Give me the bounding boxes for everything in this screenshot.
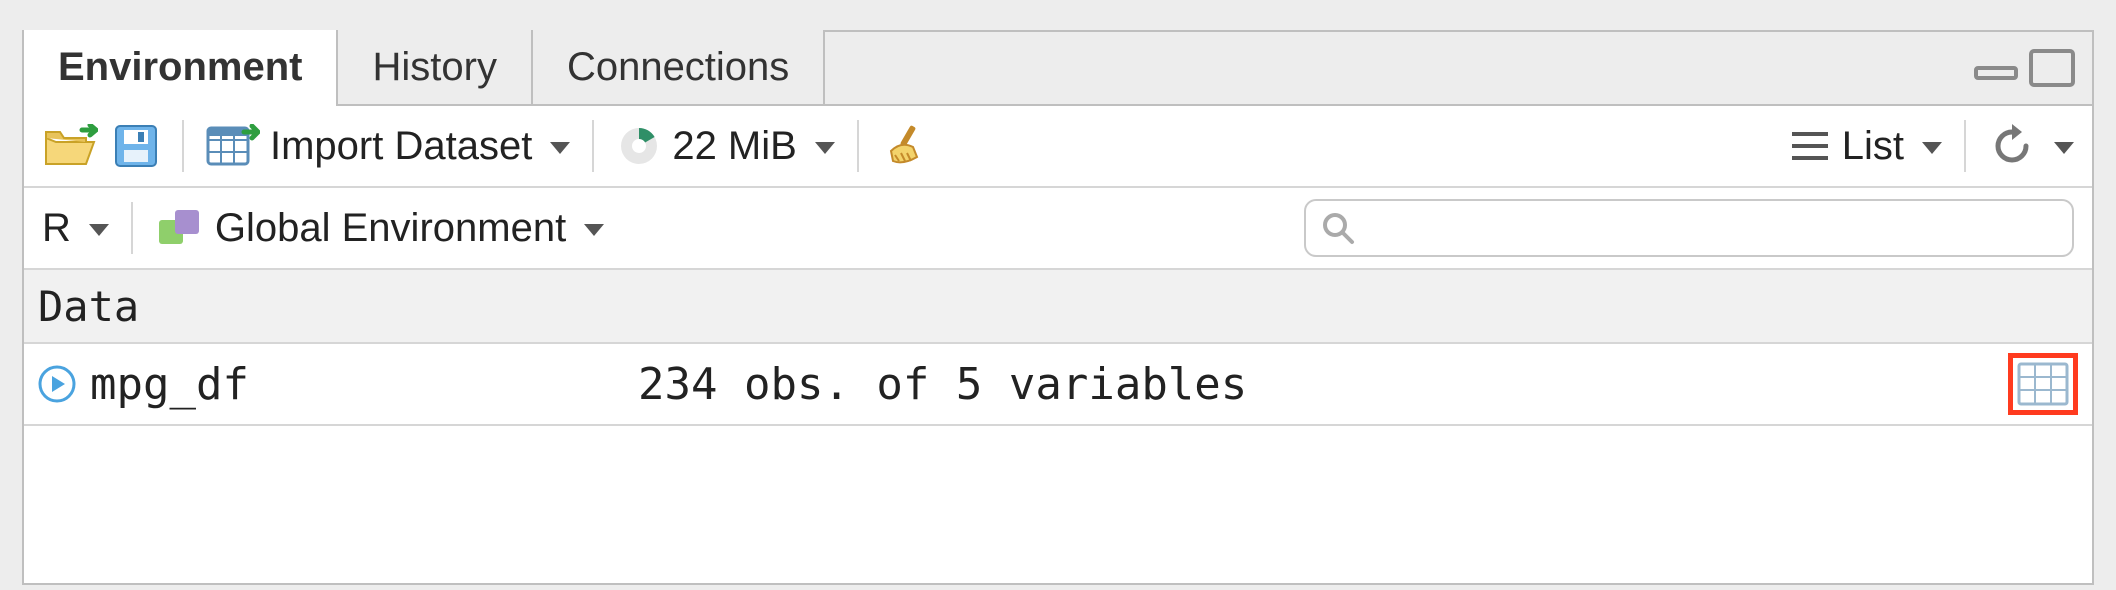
search-box[interactable] [1304,199,2074,257]
chevron-down-icon [2054,142,2074,154]
chevron-down-icon [584,224,604,236]
import-dataset-label: Import Dataset [270,124,532,169]
object-name: mpg_df [90,359,249,410]
clear-workspace-icon[interactable] [881,121,931,171]
tab-connections[interactable]: Connections [533,30,825,104]
search-input[interactable] [1366,206,2058,250]
language-label: R [42,206,71,251]
language-selector[interactable]: R [42,206,109,251]
pie-usage-icon [616,123,662,169]
separator [182,120,184,172]
separator [131,202,133,254]
section-header-data: Data [24,270,2092,344]
tab-label: Environment [58,45,302,90]
memory-usage-button[interactable]: 22 MiB [616,123,835,169]
expand-object-icon[interactable] [38,365,76,403]
chevron-down-icon [550,142,570,154]
environment-scope-icon [155,206,205,250]
tab-label: History [372,45,496,90]
chevron-down-icon [89,224,109,236]
open-workspace-icon[interactable] [42,124,98,168]
environment-pane: Environment History Connections [22,30,2094,585]
environment-object-row[interactable]: mpg_df 234 obs. of 5 variables [24,344,2092,426]
memory-usage-label: 22 MiB [672,124,797,169]
search-icon [1320,210,1356,246]
tabs-row: Environment History Connections [24,32,2092,106]
maximize-pane-icon[interactable] [2028,48,2076,88]
toolbar-primary: Import Dataset 22 MiB [24,106,2092,188]
section-header-label: Data [38,282,139,331]
tab-history[interactable]: History [338,30,532,104]
tab-environment[interactable]: Environment [24,30,338,104]
list-lines-icon [1788,128,1832,164]
tabs-window-controls [1974,32,2092,104]
separator [857,120,859,172]
object-description: 234 obs. of 5 variables [638,359,1247,410]
toolbar-secondary: R Global Environment [24,188,2092,270]
chevron-down-icon [815,142,835,154]
refresh-button[interactable] [1988,122,2074,170]
separator [592,120,594,172]
view-mode-button[interactable]: List [1788,124,1942,169]
import-dataset-button[interactable]: Import Dataset [206,124,570,169]
tab-label: Connections [567,45,789,90]
view-data-button[interactable] [2008,353,2078,415]
environment-scope-label: Global Environment [215,206,566,251]
refresh-icon [1988,122,2036,170]
view-mode-label: List [1842,124,1904,169]
grid-import-icon [206,124,260,168]
chevron-down-icon [1922,142,1942,154]
separator [1964,120,1966,172]
minimize-pane-icon[interactable] [1974,54,2018,82]
grid-icon [2017,362,2069,406]
save-workspace-icon[interactable] [112,122,160,170]
environment-scope-selector[interactable]: Global Environment [155,206,604,251]
